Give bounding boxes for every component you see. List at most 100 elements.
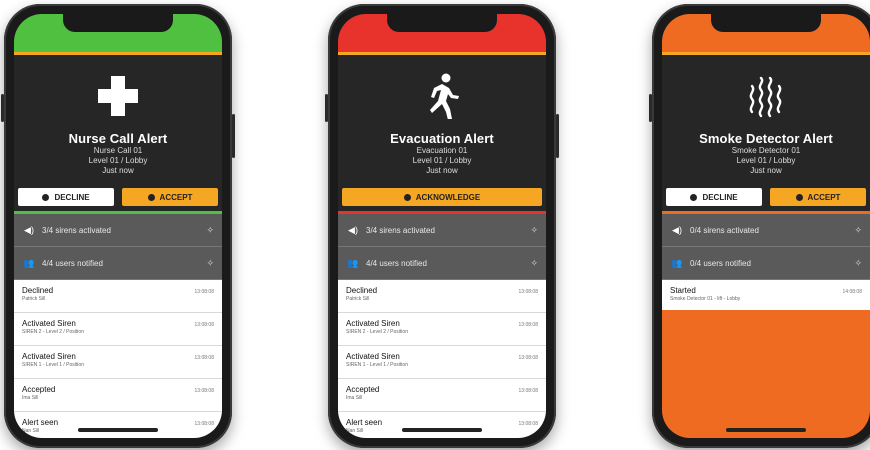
accept-label: ACCEPT <box>807 192 841 202</box>
log-item[interactable]: Started Smoke Detector 01 - lift - Lobby… <box>662 280 870 313</box>
log-time: 13:08:08 <box>518 421 538 427</box>
users-icon: 👥 <box>347 257 359 268</box>
log-item[interactable]: Activated Siren SIREN 2 - Level 2 / Posi… <box>338 313 546 346</box>
status-label: 0/4 users notified <box>690 258 751 268</box>
status-sirens[interactable]: ◀) 3/4 sirens activated ✧ <box>14 214 222 247</box>
home-indicator[interactable] <box>402 428 482 432</box>
log-time: 13:08:08 <box>518 355 538 361</box>
activity-log: Started Smoke Detector 01 - lift - Lobby… <box>662 280 870 313</box>
log-time: 13:08:08 <box>194 355 214 361</box>
log-time: 13:08:08 <box>518 289 538 295</box>
speaker-icon: ◀) <box>348 224 358 235</box>
notch <box>387 14 497 32</box>
accept-button[interactable]: ACCEPT <box>770 188 866 206</box>
status-label: 0/4 sirens activated <box>690 225 759 235</box>
log-sub: Patrick Sill <box>346 296 370 302</box>
log-item[interactable]: Alert seen Nan Sill 13:08:08 <box>338 412 546 438</box>
medical-cross-icon <box>22 67 214 125</box>
status-users[interactable]: 👥 4/4 users notified ✧ <box>14 247 222 280</box>
phone-evacuation: Evacuation Alert Evacuation 01 Level 01 … <box>325 4 559 448</box>
status-label: 3/4 sirens activated <box>42 225 111 235</box>
pin-icon[interactable]: ✧ <box>206 258 214 269</box>
log-item[interactable]: Activated Siren SIREN 1 - Level 1 / Posi… <box>14 346 222 379</box>
status-label: 4/4 users notified <box>366 258 427 268</box>
log-item[interactable]: Declined Patrick Sill 13:08:08 <box>338 280 546 313</box>
log-title: Alert seen <box>346 418 383 427</box>
check-icon <box>795 193 803 201</box>
log-item[interactable]: Activated Siren SIREN 2 - Level 2 / Posi… <box>14 313 222 346</box>
volume-button <box>325 94 328 122</box>
acknowledge-button[interactable]: ACKNOWLEDGE <box>342 188 542 206</box>
log-time: 13:08:08 <box>518 388 538 394</box>
check-icon <box>403 193 411 201</box>
alert-header: Nurse Call Alert Nurse Call 01 Level 01 … <box>14 55 222 182</box>
alert-title: Nurse Call Alert <box>68 131 168 146</box>
empty-log-area <box>662 310 870 438</box>
alert-source: Smoke Detector 01 <box>731 146 801 155</box>
accept-button[interactable]: ACCEPT <box>122 188 218 206</box>
status-users[interactable]: 👥 0/4 users notified ✧ <box>662 247 870 280</box>
pin-icon[interactable]: ✧ <box>854 258 862 269</box>
alert-location: Level 01 / Lobby <box>412 156 472 165</box>
status-users[interactable]: 👥 4/4 users notified ✧ <box>338 247 546 280</box>
log-time: 13:08:08 <box>194 388 214 394</box>
power-button <box>232 114 235 158</box>
log-item[interactable]: Declined Patrick Sill 13:08:08 <box>14 280 222 313</box>
pin-icon[interactable]: ✧ <box>206 225 214 236</box>
action-buttons: ACKNOWLEDGE <box>338 182 546 211</box>
log-time: 13:08:08 <box>194 421 214 427</box>
log-sub: SIREN 1 - Level 1 / Position <box>346 362 408 368</box>
status-sirens[interactable]: ◀) 3/4 sirens activated ✧ <box>338 214 546 247</box>
log-item[interactable]: Activated Siren SIREN 1 - Level 1 / Posi… <box>338 346 546 379</box>
users-icon: 👥 <box>23 257 35 268</box>
stage: Nurse Call Alert Nurse Call 01 Level 01 … <box>0 0 870 450</box>
phone-nurse-call: Nurse Call Alert Nurse Call 01 Level 01 … <box>1 4 235 448</box>
status-label: 4/4 users notified <box>42 258 103 268</box>
alert-source: Evacuation 01 <box>416 146 468 155</box>
log-sub: SIREN 1 - Level 1 / Position <box>22 362 84 368</box>
notch <box>63 14 173 32</box>
smoke-icon <box>670 67 862 125</box>
home-indicator[interactable] <box>78 428 158 432</box>
alert-title: Evacuation Alert <box>390 131 494 146</box>
pin-icon[interactable]: ✧ <box>530 225 538 236</box>
volume-button <box>1 94 4 122</box>
log-title: Activated Siren <box>22 352 76 361</box>
action-buttons: DECLINE ACCEPT <box>662 182 870 211</box>
log-time: 13:08:08 <box>194 322 214 328</box>
volume-button <box>649 94 652 122</box>
log-sub: SIREN 2 - Level 2 / Position <box>346 329 408 335</box>
acknowledge-label: ACKNOWLEDGE <box>415 192 481 202</box>
log-sub: Smoke Detector 01 - lift - Lobby <box>670 296 741 302</box>
alert-header: Smoke Detector Alert Smoke Detector 01 L… <box>662 55 870 182</box>
alert-time: Just now <box>426 166 458 175</box>
alert-source: Nurse Call 01 <box>93 146 143 155</box>
log-title: Activated Siren <box>346 319 400 328</box>
accept-label: ACCEPT <box>159 192 193 202</box>
home-indicator[interactable] <box>726 428 806 432</box>
activity-log: Declined Patrick Sill 13:08:08 Activated… <box>14 280 222 438</box>
log-title: Alert seen <box>22 418 59 427</box>
log-title: Activated Siren <box>22 319 76 328</box>
log-title: Declined <box>22 286 54 295</box>
alert-location: Level 01 / Lobby <box>88 156 148 165</box>
users-icon: 👥 <box>671 257 683 268</box>
log-item[interactable]: Accepted Ima Sill 13:08:08 <box>14 379 222 412</box>
decline-button[interactable]: DECLINE <box>666 188 762 206</box>
log-time: 13:08:08 <box>518 322 538 328</box>
pin-icon[interactable]: ✧ <box>530 258 538 269</box>
log-item[interactable]: Alert seen Nan Sill 13:08:08 <box>14 412 222 438</box>
alert-time: Just now <box>750 166 782 175</box>
screen: Evacuation Alert Evacuation 01 Level 01 … <box>338 14 546 438</box>
log-title: Declined <box>346 286 378 295</box>
action-buttons: DECLINE ACCEPT <box>14 182 222 211</box>
alert-location: Level 01 / Lobby <box>736 156 796 165</box>
log-title: Activated Siren <box>346 352 400 361</box>
screen: Nurse Call Alert Nurse Call 01 Level 01 … <box>14 14 222 438</box>
log-time: 14:08:08 <box>842 289 862 295</box>
alert-title: Smoke Detector Alert <box>699 131 833 146</box>
pin-icon[interactable]: ✧ <box>854 225 862 236</box>
decline-button[interactable]: DECLINE <box>18 188 114 206</box>
log-item[interactable]: Accepted Ima Sill 13:08:08 <box>338 379 546 412</box>
status-sirens[interactable]: ◀) 0/4 sirens activated ✧ <box>662 214 870 247</box>
